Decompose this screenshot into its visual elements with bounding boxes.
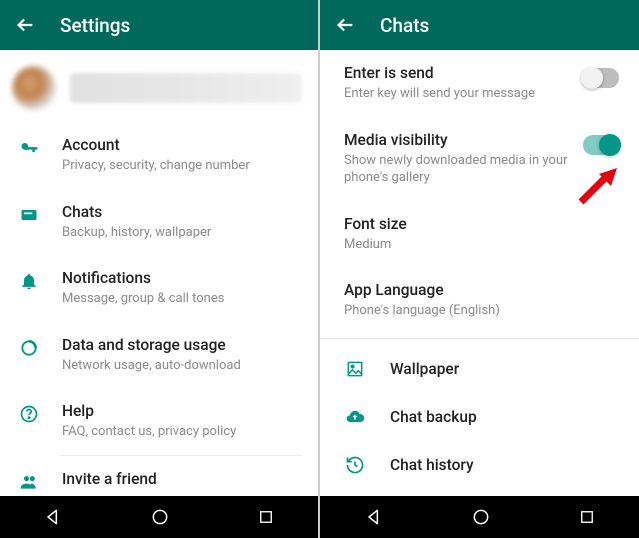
toggle-switch[interactable] (583, 68, 619, 88)
menu-item-help[interactable]: Help FAQ, contact us, privacy policy (0, 388, 318, 455)
toggle-switch[interactable] (583, 135, 619, 155)
setting-subtitle: Enter key will send your message (344, 85, 569, 103)
settings-content: Account Privacy, security, change number… (0, 50, 318, 496)
data-usage-icon (18, 336, 40, 358)
setting-enter-is-send[interactable]: Enter is send Enter key will send your m… (320, 50, 639, 117)
nav-home-icon[interactable] (471, 507, 491, 527)
action-title: Chat history (390, 456, 474, 474)
setting-subtitle: Medium (344, 236, 619, 254)
setting-font-size[interactable]: Font size Medium (320, 201, 639, 268)
nav-back-icon[interactable] (43, 507, 63, 527)
action-chat-backup[interactable]: Chat backup (320, 393, 639, 441)
back-icon[interactable] (334, 14, 356, 36)
menu-item-account[interactable]: Account Privacy, security, change number (0, 122, 318, 189)
settings-appbar: Settings (0, 0, 318, 50)
nav-recents-icon[interactable] (257, 508, 275, 526)
menu-title: Help (62, 402, 302, 420)
nav-home-icon[interactable] (150, 507, 170, 527)
setting-title: App Language (344, 281, 619, 299)
setting-app-language[interactable]: App Language Phone's language (English) (320, 267, 639, 334)
menu-item-notifications[interactable]: Notifications Message, group & call tone… (0, 255, 318, 322)
action-chat-history[interactable]: Chat history (320, 441, 639, 489)
setting-media-visibility[interactable]: Media visibility Show newly downloaded m… (320, 117, 639, 201)
android-navbar (0, 496, 318, 538)
cloud-upload-icon (344, 407, 366, 427)
page-title: Settings (60, 14, 130, 37)
menu-title: Chats (62, 203, 302, 221)
people-icon (18, 470, 40, 492)
action-title: Chat backup (390, 408, 477, 426)
profile-row[interactable] (0, 50, 318, 122)
chat-icon (18, 203, 40, 225)
bell-icon (18, 269, 40, 291)
setting-title: Media visibility (344, 131, 569, 149)
menu-subtitle: Backup, history, wallpaper (62, 224, 302, 242)
chats-appbar: Chats (320, 0, 639, 50)
menu-item-invite[interactable]: Invite a friend (0, 456, 318, 496)
menu-item-data-storage[interactable]: Data and storage usage Network usage, au… (0, 322, 318, 389)
divider (320, 338, 639, 339)
menu-subtitle: Network usage, auto-download (62, 357, 302, 375)
profile-name-blurred (70, 73, 302, 103)
chats-content: Enter is send Enter key will send your m… (320, 50, 639, 496)
back-icon[interactable] (14, 14, 36, 36)
setting-title: Enter is send (344, 64, 569, 82)
nav-recents-icon[interactable] (578, 508, 596, 526)
setting-subtitle: Phone's language (English) (344, 302, 619, 320)
menu-item-chats[interactable]: Chats Backup, history, wallpaper (0, 189, 318, 256)
action-wallpaper[interactable]: Wallpaper (320, 345, 639, 393)
menu-title: Notifications (62, 269, 302, 287)
menu-subtitle: Message, group & call tones (62, 290, 302, 308)
chats-screen: Chats Enter is send Enter key will send … (320, 0, 639, 538)
menu-title: Account (62, 136, 302, 154)
history-icon (344, 455, 366, 475)
avatar (12, 66, 56, 110)
help-icon (18, 402, 40, 424)
key-icon (18, 136, 40, 158)
wallpaper-icon (344, 359, 366, 379)
menu-subtitle: Privacy, security, change number (62, 157, 302, 175)
android-navbar (320, 496, 639, 538)
action-title: Wallpaper (390, 360, 459, 378)
settings-screen: Settings Account Privacy, security, chan… (0, 0, 320, 538)
menu-subtitle: FAQ, contact us, privacy policy (62, 423, 302, 441)
setting-subtitle: Show newly downloaded media in your phon… (344, 152, 569, 187)
menu-title: Invite a friend (62, 470, 302, 488)
setting-title: Font size (344, 215, 619, 233)
page-title: Chats (380, 14, 429, 37)
nav-back-icon[interactable] (364, 507, 384, 527)
menu-title: Data and storage usage (62, 336, 302, 354)
